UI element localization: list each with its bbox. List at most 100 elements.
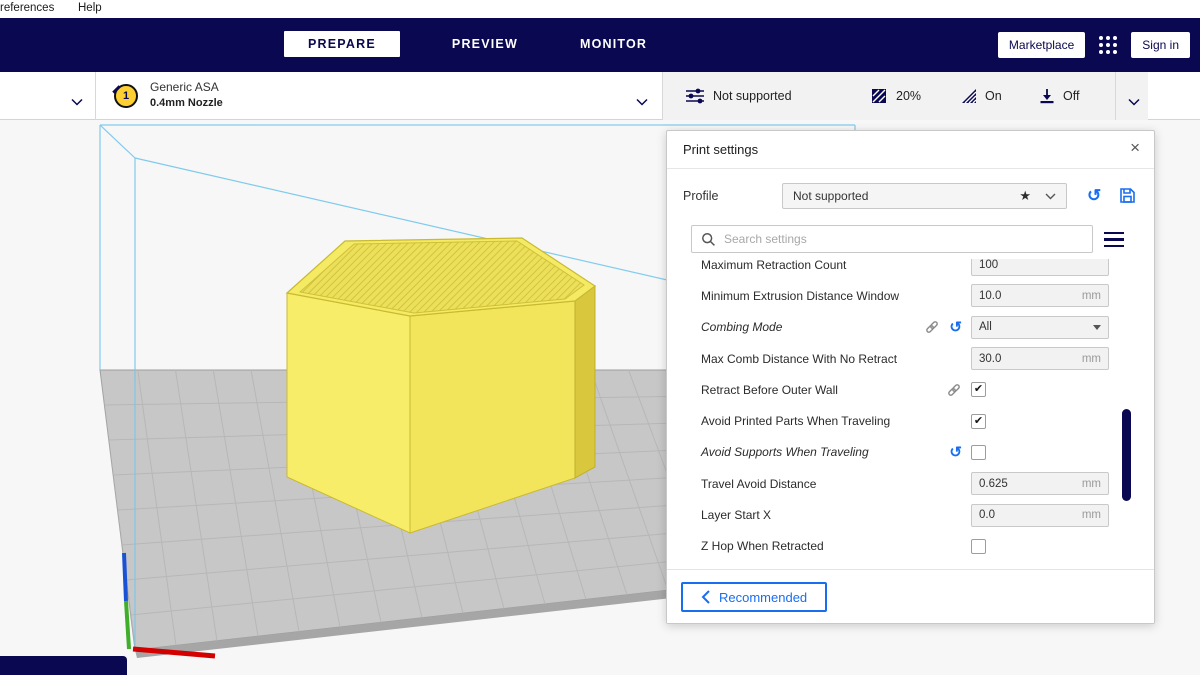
- setting-value-field[interactable]: 30.0 mm: [971, 347, 1109, 370]
- main-header: PREPARE PREVIEW MONITOR Marketplace Sign…: [0, 18, 1200, 72]
- setting-value: All: [979, 321, 992, 333]
- setting-control: 10.0 mm: [971, 284, 1109, 307]
- setting-checkbox[interactable]: ✔: [971, 382, 986, 397]
- settings-list: Maximum Retraction Count100Minimum Extru…: [667, 259, 1154, 569]
- summary-support: On: [985, 89, 1002, 103]
- print-settings-summary[interactable]: Not supported 20% On Off: [662, 72, 1148, 120]
- setting-value: 0.0: [979, 509, 995, 521]
- setting-value-field[interactable]: 10.0 mm: [971, 284, 1109, 307]
- marketplace-button[interactable]: Marketplace: [998, 32, 1085, 58]
- setting-checkbox[interactable]: [971, 539, 986, 554]
- search-icon: [701, 232, 716, 247]
- reset-profile-icon[interactable]: ↺: [1087, 187, 1101, 204]
- scrollbar-thumb[interactable]: [1122, 409, 1131, 501]
- applications-grid-icon[interactable]: [1099, 36, 1117, 54]
- setting-unit: mm: [1082, 509, 1101, 521]
- setting-row: Layer Start X 0.0 mm: [667, 499, 1154, 530]
- profile-dropdown[interactable]: Not supported ★: [782, 183, 1067, 209]
- search-box[interactable]: [691, 225, 1093, 253]
- link-icon: [946, 382, 962, 398]
- panel-footer: Recommended: [667, 569, 1154, 623]
- nozzle-size: 0.4mm Nozzle: [150, 96, 223, 110]
- setting-control: All: [971, 316, 1109, 339]
- reset-setting-icon[interactable]: ↺: [949, 445, 962, 460]
- setting-label: Retract Before Outer Wall: [701, 383, 838, 397]
- setting-checkbox[interactable]: [971, 445, 986, 460]
- setting-row: Avoid Printed Parts When Traveling ✔: [667, 405, 1154, 436]
- save-profile-icon[interactable]: [1119, 187, 1136, 209]
- chevron-down-icon: [1093, 325, 1101, 330]
- tab-preview[interactable]: PREVIEW: [442, 31, 528, 57]
- setting-row: Retract Before Outer Wall ✔: [667, 374, 1154, 405]
- setting-value: 100: [979, 259, 998, 271]
- setting-control: 0.0 mm: [971, 504, 1109, 527]
- material-selector[interactable]: 1 Generic ASA 0.4mm Nozzle: [96, 72, 662, 120]
- setting-value: 0.625: [979, 478, 1008, 490]
- setting-label: Combing Mode: [701, 320, 782, 334]
- setting-unit: mm: [1082, 353, 1101, 365]
- setting-label: Avoid Supports When Traveling: [701, 445, 869, 459]
- setting-control: 30.0 mm: [971, 347, 1109, 370]
- setting-value: 30.0: [979, 353, 1001, 365]
- profile-row: Profile Not supported ★ ↺: [667, 183, 1154, 209]
- menu-bar: references Help: [0, 0, 1200, 18]
- setting-unit: mm: [1082, 290, 1101, 302]
- chevron-down-icon: [1045, 193, 1056, 200]
- setting-control: ✔: [971, 382, 1109, 397]
- profile-value: Not supported: [793, 189, 1019, 203]
- printer-selector[interactable]: [0, 72, 96, 120]
- setting-label: Max Comb Distance With No Retract: [701, 352, 897, 366]
- close-icon[interactable]: ×: [1130, 139, 1140, 156]
- panel-header: Print settings ×: [667, 131, 1154, 169]
- tab-prepare[interactable]: PREPARE: [284, 31, 400, 57]
- setting-control: 0.625 mm: [971, 472, 1109, 495]
- setting-row: Max Comb Distance With No Retract 30.0 mm: [667, 343, 1154, 374]
- object-list-button[interactable]: [0, 656, 127, 675]
- setting-checkbox[interactable]: ✔: [971, 414, 986, 429]
- setting-select[interactable]: All: [971, 316, 1109, 339]
- setting-row: Avoid Supports When Traveling ↺: [667, 437, 1154, 468]
- setting-value: 10.0: [979, 290, 1001, 302]
- setting-control: [971, 539, 1109, 554]
- summary-infill: 20%: [896, 89, 921, 103]
- summary-adhesion: Off: [1063, 89, 1079, 103]
- print-settings-panel: Print settings × Profile Not supported ★…: [666, 130, 1155, 624]
- tab-monitor[interactable]: MONITOR: [570, 31, 657, 57]
- star-icon: ★: [1019, 188, 1031, 204]
- setting-label: Travel Avoid Distance: [701, 477, 816, 491]
- setting-value-field[interactable]: 100: [971, 259, 1109, 276]
- setting-row: Travel Avoid Distance 0.625 mm: [667, 468, 1154, 499]
- setting-control: 100: [971, 259, 1109, 276]
- material-name: Generic ASA: [150, 80, 223, 96]
- infill-icon: [871, 88, 887, 109]
- setting-row: Combing Mode ↺ All: [667, 312, 1154, 343]
- setting-value-field[interactable]: 0.625 mm: [971, 472, 1109, 495]
- search-input[interactable]: [724, 232, 1083, 246]
- menu-help[interactable]: Help: [78, 2, 102, 14]
- chevron-left-icon: [701, 590, 710, 604]
- settings-menu-icon[interactable]: [1104, 232, 1124, 247]
- extruder-1-icon: 1: [114, 84, 138, 108]
- chevron-down-icon: [1128, 93, 1140, 111]
- setting-row: Minimum Extrusion Distance Window 10.0 mm: [667, 280, 1154, 311]
- setting-label: Avoid Printed Parts When Traveling: [701, 414, 890, 428]
- search-row: [667, 225, 1154, 253]
- divider: [1115, 72, 1116, 120]
- chevron-down-icon: [71, 93, 83, 111]
- setting-label: Layer Start X: [701, 508, 771, 522]
- setting-control: [971, 445, 1109, 460]
- recommended-button[interactable]: Recommended: [681, 582, 827, 612]
- setting-unit: mm: [1082, 478, 1101, 490]
- summary-profile: Not supported: [713, 89, 792, 103]
- chevron-down-icon: [636, 93, 648, 111]
- sign-in-button[interactable]: Sign in: [1131, 32, 1190, 58]
- setting-label: Z Hop When Retracted: [701, 539, 824, 553]
- link-icon: [924, 319, 940, 335]
- setting-value-field[interactable]: 0.0 mm: [971, 504, 1109, 527]
- menu-preferences[interactable]: references: [0, 2, 54, 14]
- setting-label: Minimum Extrusion Distance Window: [701, 289, 899, 303]
- reset-setting-icon[interactable]: ↺: [949, 320, 962, 335]
- setting-row: Z Hop When Retracted: [667, 531, 1154, 562]
- adhesion-icon: [1039, 88, 1055, 109]
- profile-label: Profile: [683, 189, 718, 203]
